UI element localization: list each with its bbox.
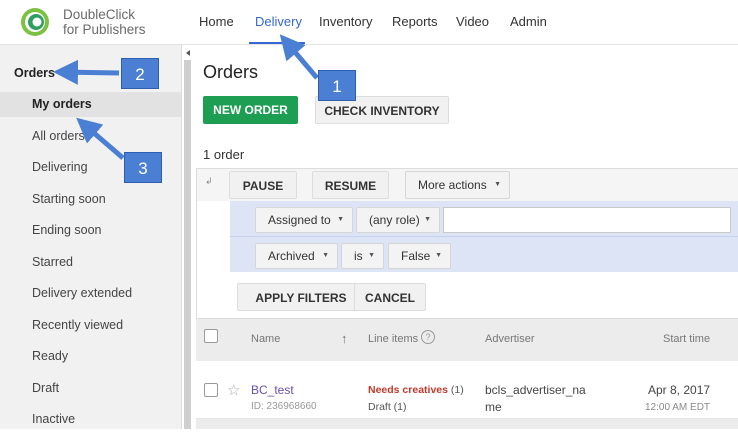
advertiser-name-line1: bcls_advertiser_na [485,383,586,397]
sidebar-item-label: Delivery extended [32,286,133,300]
sort-ascending-icon[interactable]: ↑ [341,331,348,346]
annotation-callout-3: 3 [124,152,162,183]
pause-button[interactable]: PAUSE [229,171,297,199]
filter-field-dropdown[interactable]: Assigned to ▼ [255,207,353,233]
column-header-start-time[interactable]: Start time [663,333,710,345]
help-icon[interactable]: ? [421,330,435,344]
annotation-callout-1: 1 [318,70,356,101]
sidebar-item-label: Recently viewed [32,318,124,332]
select-all-menu-icon[interactable]: ↲ [205,176,213,187]
filter-operator-label: is [354,249,363,263]
line-items-status: Needs creatives (1) [368,384,464,396]
more-actions-dropdown[interactable]: More actions ▼ [405,171,510,199]
row-checkbox[interactable] [204,383,218,397]
sidebar-title-orders[interactable]: Orders [14,66,55,80]
sidebar-item-ready[interactable]: Ready [0,344,181,369]
chevron-down-icon: ▼ [424,216,431,223]
nav-video[interactable]: Video [456,14,489,29]
brand-subtitle: for Publishers [63,22,146,37]
nav-delivery[interactable]: Delivery [255,14,302,29]
filter-operator-dropdown[interactable]: is ▼ [341,243,384,269]
collapse-sidebar-icon[interactable] [186,50,190,56]
filter-divider [230,236,738,237]
filter-role-label: (any role) [369,213,420,227]
sidebar-item-draft[interactable]: Draft [0,376,181,401]
filter-value-dropdown[interactable]: False ▼ [388,243,451,269]
filter-role-dropdown[interactable]: (any role) ▼ [356,207,440,233]
sidebar-item-ending-soon[interactable]: Ending soon [0,218,181,243]
nav-reports[interactable]: Reports [392,14,438,29]
sidebar-item-starred[interactable]: Starred [0,250,181,275]
start-time: 12:00 AM EDT [645,402,711,413]
chevron-down-icon: ▼ [337,216,344,223]
sidebar-item-label: Draft [32,381,60,395]
cancel-filters-button[interactable]: CANCEL [354,283,426,311]
sidebar-item-label: My orders [32,97,92,111]
sidebar-item-label: Delivering [32,160,88,174]
new-order-button[interactable]: NEW ORDER [203,96,298,124]
column-header-line-items[interactable]: Line items [368,333,418,345]
sidebar-item-label: Starting soon [32,192,106,206]
sidebar-scrollbar[interactable] [184,60,191,429]
apply-filters-button[interactable]: APPLY FILTERS [237,283,365,311]
table-footer-strip [196,419,738,429]
sidebar-item-label: Ending soon [32,223,102,237]
advertiser-name-line2: me [485,400,502,414]
filter-value-input[interactable] [443,207,731,233]
sidebar-item-label: All orders [32,129,85,143]
filter-field-dropdown[interactable]: Archived ▼ [255,243,338,269]
sidebar-item-label: Ready [32,349,69,363]
resume-button[interactable]: RESUME [312,171,389,199]
active-tab-indicator [249,42,305,44]
filter-value-label: False [401,249,431,263]
needs-creatives-count: (1) [450,384,464,396]
column-header-name[interactable]: Name [251,333,280,345]
chevron-down-icon: ▼ [368,252,375,259]
column-header-advertiser[interactable]: Advertiser [485,333,535,345]
doubleclick-logo-icon[interactable] [20,7,50,37]
page-title: Orders [203,62,259,82]
sidebar-item-all-orders[interactable]: All orders [0,124,181,149]
order-id: ID: 236968660 [251,401,317,412]
nav-inventory[interactable]: Inventory [319,14,372,29]
sidebar-item-label: Starred [32,255,73,269]
more-actions-label: More actions [418,178,487,192]
star-icon[interactable]: ☆ [227,381,240,399]
nav-home[interactable]: Home [199,14,234,29]
start-date: Apr 8, 2017 [648,383,711,397]
nav-admin[interactable]: Admin [510,14,547,29]
chevron-down-icon: ▼ [322,252,329,259]
draft-count: Draft (1) [368,401,407,413]
sidebar-item-label: Inactive [32,412,76,426]
needs-creatives-link[interactable]: Needs creatives [368,384,448,396]
sidebar-item-delivery-extended[interactable]: Delivery extended [0,281,181,306]
chevron-down-icon: ▼ [494,181,501,188]
annotation-callout-2: 2 [121,58,159,89]
sidebar-item-recently-viewed[interactable]: Recently viewed [0,313,181,338]
sidebar-item-starting-soon[interactable]: Starting soon [0,187,181,212]
sidebar-item-my-orders[interactable]: My orders [0,92,181,117]
filter-field-label: Assigned to [268,213,331,227]
chevron-down-icon: ▼ [435,252,442,259]
select-all-checkbox[interactable] [204,329,218,343]
sidebar-item-inactive[interactable]: Inactive [0,407,181,432]
order-name-link[interactable]: BC_test [251,383,294,397]
filter-field-label: Archived [268,249,315,263]
brand-name: DoubleClick [63,7,136,22]
order-count: 1 order [203,147,245,162]
